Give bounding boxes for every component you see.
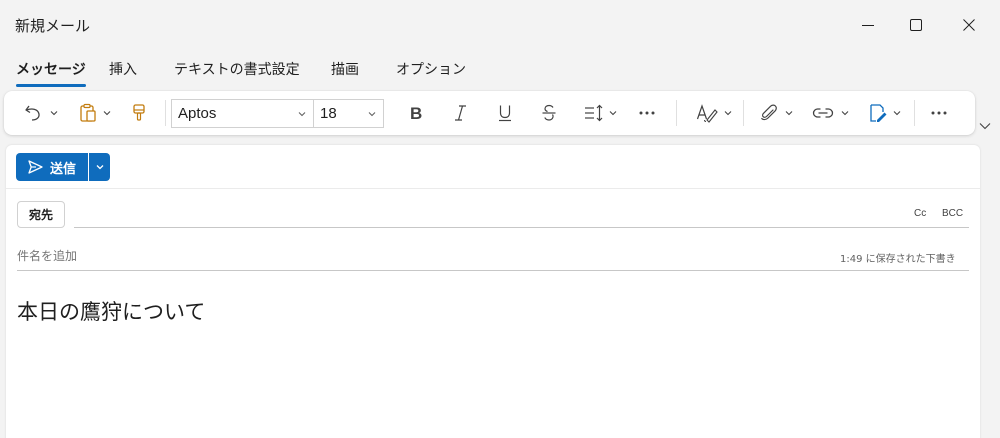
separator [676,100,677,126]
paste-icon [79,103,96,122]
subject-input[interactable] [17,249,817,263]
chevron-down-icon [50,111,57,116]
more-commands-button[interactable] [928,100,950,126]
ribbon-toolbar: Aptos 18 B [4,91,975,135]
font-size-select[interactable]: 18 [313,99,384,128]
send-icon [28,160,43,174]
tab-options[interactable]: オプション [396,56,466,88]
tab-message[interactable]: メッセージ [16,56,86,88]
undo-icon [24,105,40,121]
chevron-down-icon [724,111,731,116]
close-icon [963,19,975,31]
minimize-button[interactable] [845,10,891,40]
draft-saved-status: 1:49 に保存された下書き [840,254,956,265]
send-label: 送信 [50,161,77,177]
tab-insert[interactable]: 挿入 [109,56,137,88]
ribbon-expand-button[interactable] [978,117,992,136]
more-formatting-button[interactable] [636,100,658,126]
ribbon-tabs: メッセージ 挿入 テキストの書式設定 描画 オプション [0,56,1000,88]
strikethrough-icon [542,104,556,121]
line-spacing-icon [585,104,603,122]
separator [165,100,166,126]
signature-icon [870,104,887,122]
more-icon [639,111,655,115]
editor-button[interactable] [690,100,738,126]
tab-format-text[interactable]: テキストの書式設定 [174,56,300,88]
svg-text:B: B [410,104,422,122]
chevron-down-icon [103,111,110,116]
undo-button[interactable] [20,100,62,126]
send-button[interactable]: 送信 [16,153,88,181]
underline-icon [499,105,511,122]
chevron-down-icon [841,111,849,116]
separator [914,100,915,126]
line-spacing-button[interactable] [580,100,622,126]
chevron-down-icon [979,123,991,130]
divider [6,188,980,189]
link-icon [812,108,834,118]
minimize-icon [862,25,874,26]
cc-button[interactable]: Cc [914,208,926,219]
signature-button[interactable] [864,100,906,126]
font-size-value: 18 [320,105,337,122]
attach-file-button[interactable] [757,100,797,126]
separator [743,100,744,126]
chevron-down-icon [96,165,103,170]
format-painter-icon [133,104,145,121]
bcc-button[interactable]: BCC [942,208,963,219]
chevron-down-icon [298,112,306,117]
insert-link-button[interactable] [808,100,854,126]
bold-icon: B [410,104,422,122]
format-painter-button[interactable] [128,100,150,126]
maximize-icon [910,19,922,31]
more-icon [931,111,947,115]
maximize-button[interactable] [893,10,939,40]
subject-underline [17,270,969,271]
send-options-button[interactable] [89,153,110,181]
italic-icon [455,105,466,121]
window-title: 新規メール [15,17,91,35]
attach-icon [761,104,777,121]
chevron-down-icon [893,111,901,116]
compose-panel: 送信 宛先 Cc BCC 1:49 に保存された下書き 本日の鷹狩について [6,145,980,438]
underline-button[interactable] [492,100,518,126]
message-body[interactable]: 本日の鷹狩について [17,296,205,326]
editor-icon [696,104,718,123]
to-field[interactable] [74,227,969,228]
chevron-down-icon [785,111,793,116]
tab-draw[interactable]: 描画 [331,56,359,88]
paste-button[interactable] [74,100,116,126]
close-button[interactable] [946,10,992,40]
chevron-down-icon [609,111,617,116]
strikethrough-button[interactable] [536,100,562,126]
chevron-down-icon [368,112,376,117]
font-family-value: Aptos [178,105,217,122]
to-button[interactable]: 宛先 [17,201,65,228]
bold-button[interactable]: B [403,100,429,126]
title-bar: 新規メール [0,0,1000,50]
font-family-select[interactable]: Aptos [171,99,314,128]
italic-button[interactable] [447,100,473,126]
